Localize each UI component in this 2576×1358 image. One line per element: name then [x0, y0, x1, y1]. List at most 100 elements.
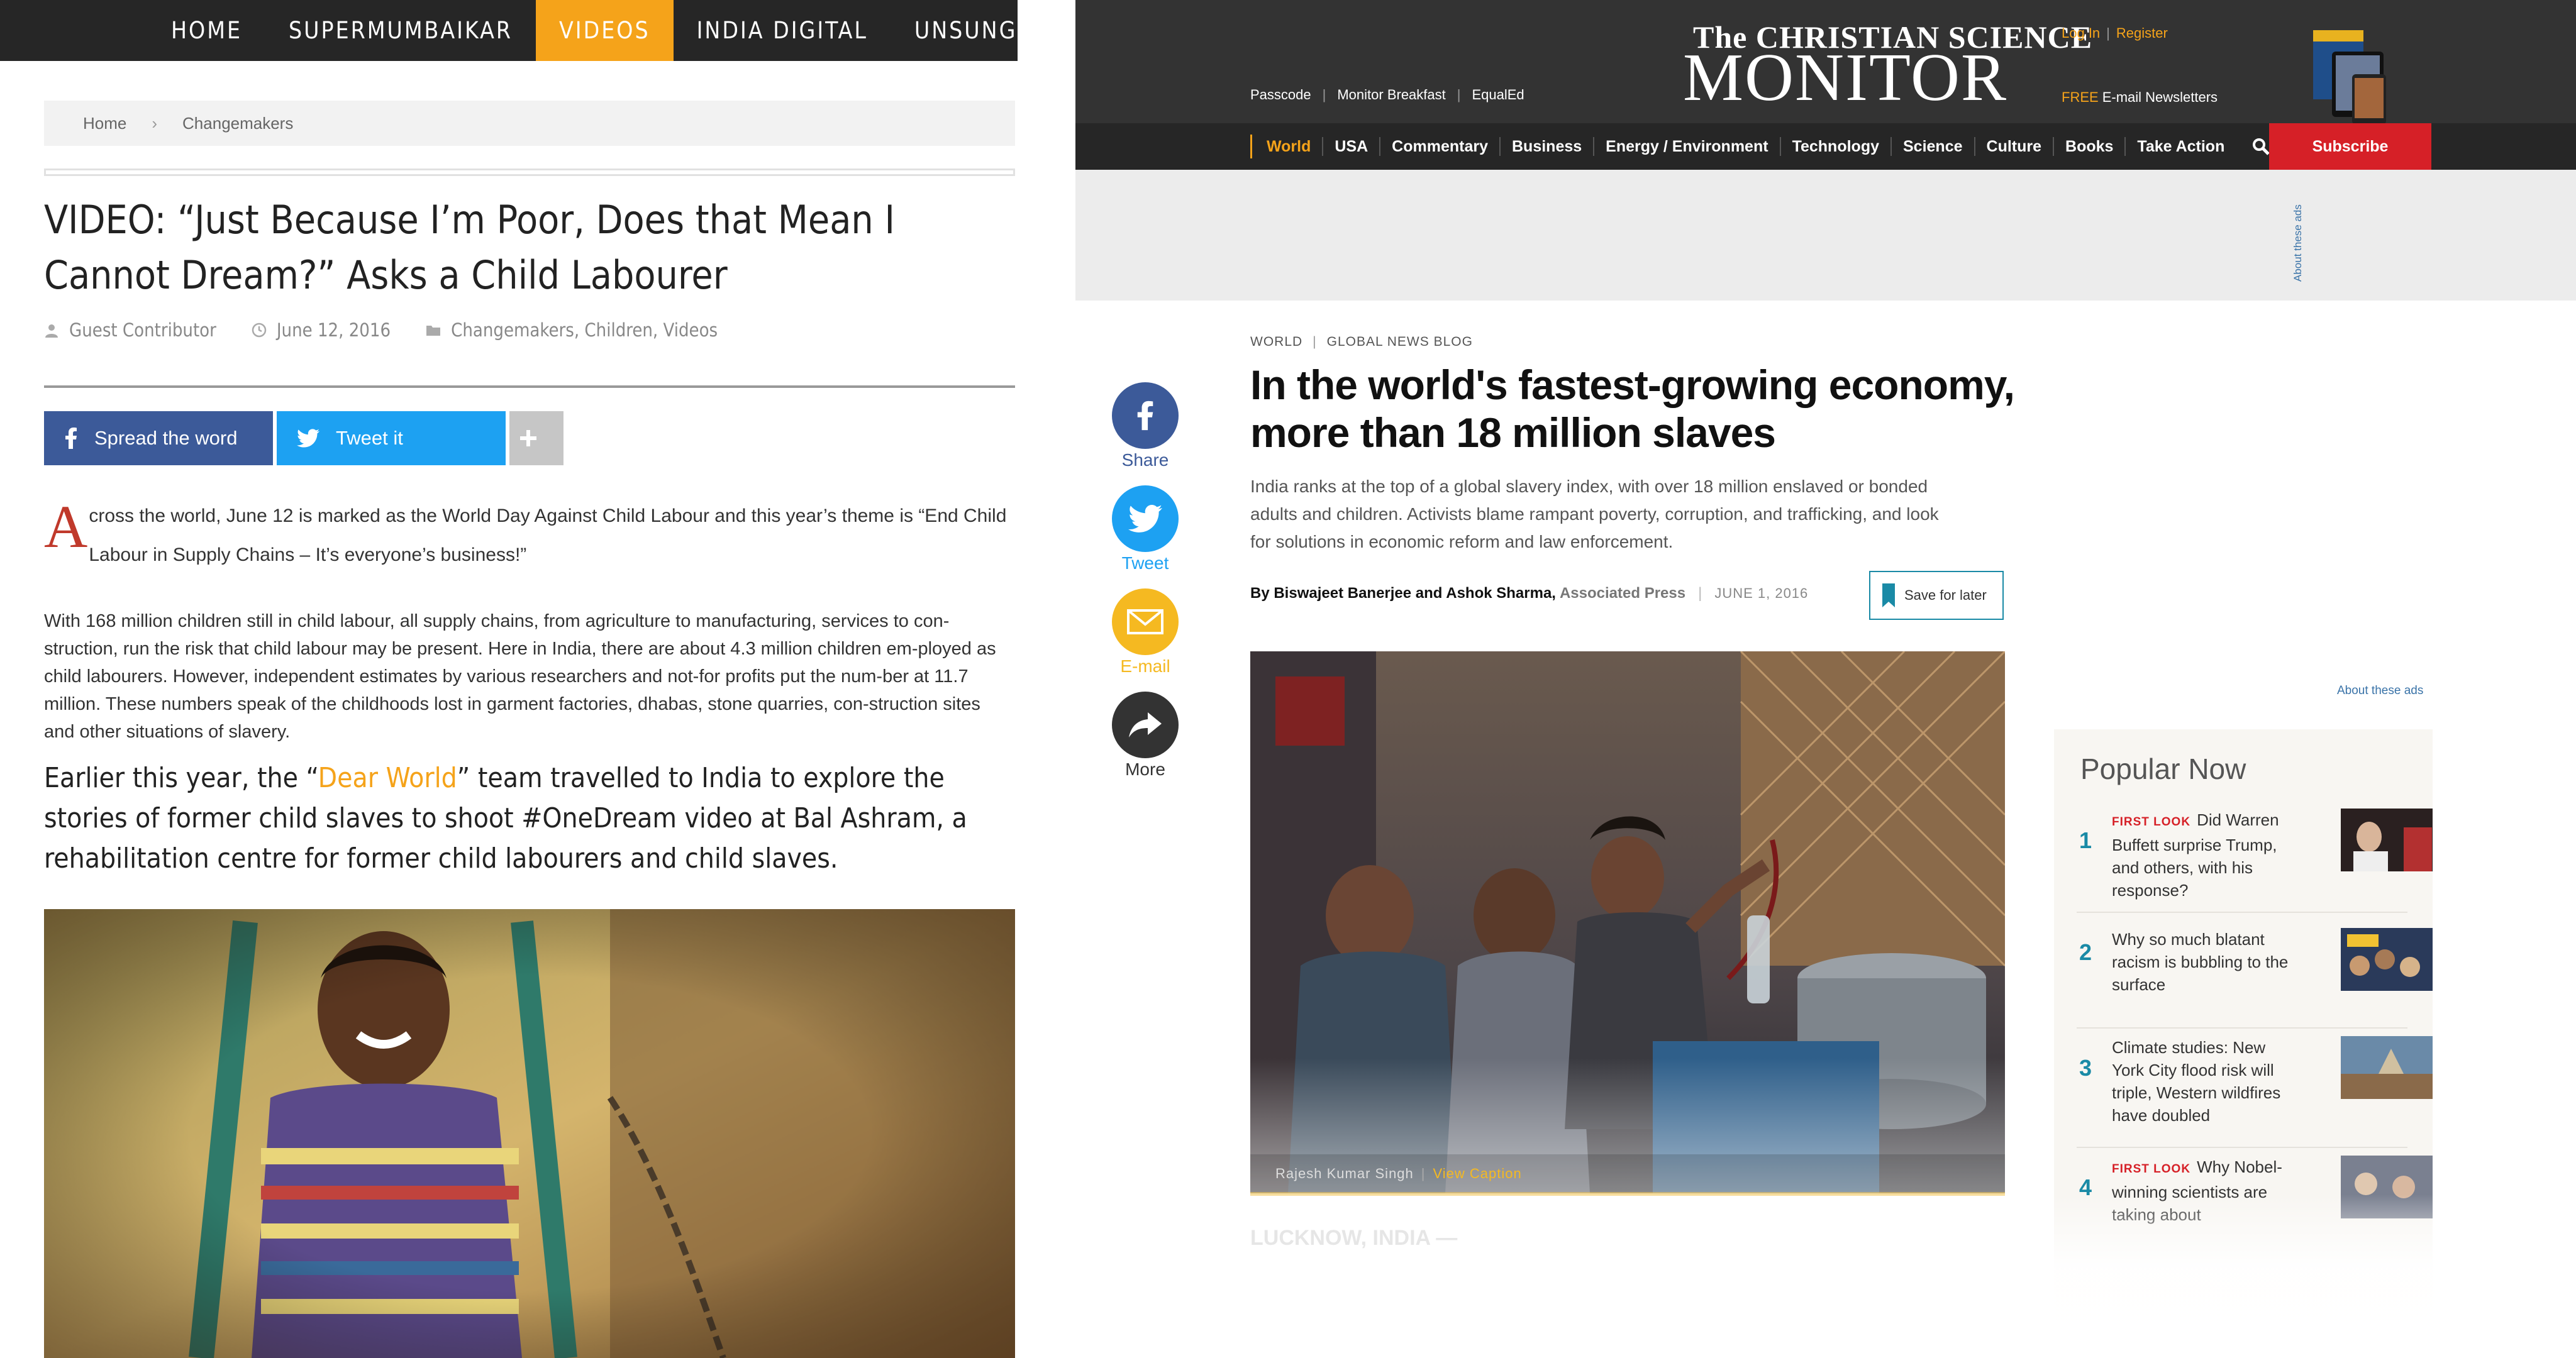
nav-world[interactable]: World — [1250, 137, 1322, 156]
post-date: June 12, 2016 — [276, 319, 391, 341]
newsletter-label: E-mail Newsletters — [2102, 89, 2218, 105]
popular-item-thumbnail — [2341, 1036, 2433, 1099]
nav-active-marker — [1250, 135, 1252, 158]
nav-home[interactable]: HOME — [148, 0, 265, 61]
kicker-section-link[interactable]: WORLD — [1250, 334, 1302, 349]
logo-monitor[interactable]: MONITOR — [1683, 44, 2007, 112]
popular-item[interactable]: 3 Climate studies: New York City flood r… — [2077, 1036, 2433, 1148]
nav-books[interactable]: Books — [2053, 137, 2124, 156]
popular-item[interactable]: 2 Why so much blatant racism is bubbling… — [2077, 920, 2433, 1029]
popular-item-number: 2 — [2079, 939, 2092, 965]
email-label: E-mail — [1120, 656, 1170, 676]
popular-item-text: FIRST LOOK Did Warren Buffett surprise Tr… — [2112, 809, 2301, 902]
post-categories[interactable]: Changemakers, Children, Videos — [451, 319, 718, 341]
tweet-label: Tweet it — [336, 427, 403, 449]
photo-credit: Rajesh Kumar Singh — [1275, 1166, 1414, 1181]
popular-item-thumbnail — [2341, 928, 2433, 991]
nav-commentary[interactable]: Commentary — [1379, 137, 1499, 156]
caption-underline — [1250, 1192, 2005, 1196]
popular-item-number: 1 — [2079, 827, 2092, 853]
subscribe-button[interactable]: Subscribe — [2269, 123, 2431, 170]
article-photo — [44, 909, 1015, 1358]
view-caption-link[interactable]: View Caption — [1433, 1166, 1522, 1182]
save-for-later-button[interactable]: Save for later — [1869, 571, 2004, 620]
popular-now-title: Popular Now — [2080, 753, 2246, 785]
dear-world-link[interactable]: Dear World — [318, 762, 457, 794]
tweet-button[interactable]: Tweet it — [277, 411, 506, 465]
magazine-covers-image[interactable] — [2313, 30, 2389, 126]
nav-take-action[interactable]: Take Action — [2124, 137, 2236, 156]
article-lede-faded: LUCKNOW, INDIA — — [1250, 1226, 1458, 1250]
nav-business[interactable]: Business — [1499, 137, 1593, 156]
intro-text: cross the world, June 12 is marked as th… — [89, 505, 1007, 565]
popular-item-headline: Climate studies: New York City flood ris… — [2112, 1038, 2281, 1125]
left-top-nav: HOME SUPERMUMBAIKAR VIDEOS INDIA DIGITAL… — [0, 0, 1075, 61]
tweet-label: Tweet — [1121, 553, 1169, 573]
breadcrumb-chevron-icon: › — [152, 113, 158, 133]
passcode-link[interactable]: Passcode — [1250, 87, 1311, 103]
photo-caption: Rajesh Kumar Singh | View Caption — [1250, 1154, 2005, 1193]
popular-item-headline: Why so much blatant racism is bubbling t… — [2112, 930, 2289, 994]
kicker-blog-link[interactable]: GLOBAL NEWS BLOG — [1327, 334, 1473, 349]
lead-paragraph: Earlier this year, the “Dear World” team… — [44, 758, 1015, 879]
post-meta: Guest Contributor June 12, 2016 Changema… — [44, 319, 753, 341]
about-ads-link[interactable]: About these ads — [2337, 684, 2423, 698]
user-icon — [45, 324, 58, 338]
author-link[interactable]: Guest Contributor — [69, 319, 216, 341]
body-paragraph: With 168 million children still in child… — [44, 611, 996, 742]
share-bar: Spread the word Tweet it — [44, 411, 564, 465]
share-email-button[interactable] — [1112, 588, 1179, 655]
nav-india-digital[interactable]: INDIA DIGITAL — [674, 0, 891, 61]
right-page: The CHRISTIAN SCIENCE MONITOR Passcode |… — [1075, 0, 2576, 1358]
nav-culture[interactable]: Culture — [1974, 137, 2053, 156]
workshop-photo — [1250, 651, 2005, 1193]
boy-on-swing-photo — [44, 909, 1015, 1358]
about-ads-link-vertical[interactable]: About these ads — [2292, 204, 2304, 282]
article-summary: India ranks at the top of a global slave… — [1250, 477, 1939, 551]
article-kicker: WORLD | GLOBAL NEWS BLOG — [1250, 334, 1473, 349]
byline-org: Associated Press — [1559, 585, 1686, 602]
article-byline: By Biswajeet Banerjee and Ashok Sharma, … — [1250, 585, 1809, 602]
left-page: HOME SUPERMUMBAIKAR VIDEOS INDIA DIGITAL… — [0, 0, 1075, 1358]
nav-unsung-heroes[interactable]: UNSUNG HEROES — [891, 0, 1075, 61]
ad-banner — [1075, 170, 2576, 301]
more-share-button[interactable] — [509, 411, 564, 465]
share-twitter-button[interactable] — [1112, 485, 1179, 552]
breadcrumb-home[interactable]: Home — [83, 114, 126, 133]
popular-item-thumbnail — [2341, 809, 2433, 871]
nav-videos[interactable]: VIDEOS — [536, 0, 674, 61]
share-more-button[interactable] — [1112, 692, 1179, 758]
breadcrumb-current[interactable]: Changemakers — [182, 114, 293, 133]
nav-usa[interactable]: USA — [1322, 137, 1379, 156]
page-title: VIDEO: “Just Because I’m Poor, Does that… — [44, 197, 895, 298]
article-title: In the world's fastest-growing economy, … — [1250, 362, 2015, 456]
byline-authors: By Biswajeet Banerjee and Ashok Sharma, — [1250, 585, 1556, 602]
facebook-share-button[interactable]: Spread the word — [44, 411, 273, 465]
popular-item-number: 3 — [2079, 1055, 2092, 1081]
share-facebook-button[interactable] — [1112, 382, 1179, 449]
byline-date: JUNE 1, 2016 — [1714, 585, 1809, 601]
monitor-breakfast-link[interactable]: Monitor Breakfast — [1337, 87, 1445, 103]
nav-supermumbaikar[interactable]: SUPERMUMBAIKAR — [265, 0, 536, 61]
nav-technology[interactable]: Technology — [1779, 137, 1890, 156]
folder-icon — [426, 326, 441, 336]
share-label: Share — [1121, 450, 1169, 470]
register-link[interactable]: Register — [2116, 25, 2168, 41]
lead-text-a: Earlier this year, the “ — [44, 762, 318, 794]
popular-item[interactable]: 1 FIRST LOOK Did Warren Buffett surprise … — [2077, 809, 2433, 913]
first-look-flag: FIRST LOOK — [2112, 1162, 2191, 1176]
facebook-icon — [65, 428, 77, 449]
login-link[interactable]: Log In — [2062, 25, 2100, 41]
save-label: Save for later — [1904, 587, 1987, 603]
nav-science[interactable]: Science — [1890, 137, 1974, 156]
equaled-link[interactable]: EqualEd — [1472, 87, 1524, 103]
header-links: Passcode | Monitor Breakfast | EqualEd — [1250, 87, 1524, 103]
popular-fade-overlay — [2054, 1195, 2433, 1358]
plus-icon — [520, 430, 536, 446]
search-icon[interactable] — [2252, 138, 2270, 155]
clock-icon — [252, 323, 267, 338]
first-look-flag: FIRST LOOK — [2112, 815, 2191, 829]
article-photo[interactable] — [1250, 651, 2005, 1193]
nav-energy-environment[interactable]: Energy / Environment — [1593, 137, 1779, 156]
newsletter-link[interactable]: FREE E-mail Newsletters — [2062, 89, 2218, 106]
